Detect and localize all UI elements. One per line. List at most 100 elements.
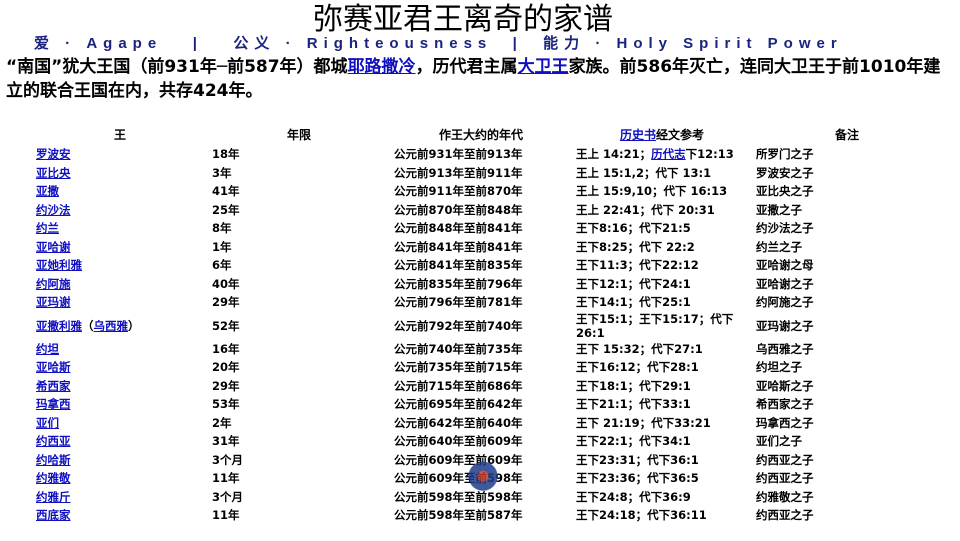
king-name-link[interactable]: 约坦: [36, 342, 59, 356]
note-cell: 约西亚之子: [756, 508, 814, 523]
reign-years-cell: 41年: [212, 184, 240, 199]
king-cell: 亚她利雅: [32, 256, 208, 275]
note-cell: 亚们之子: [756, 434, 802, 449]
table-row: 约沙法 25年 公元前870年至前848年 王上 22:41；代下 20:31 亚撒之子: [32, 201, 942, 220]
king-name-link[interactable]: 亚们: [36, 416, 59, 430]
history-books-link[interactable]: 历史书: [620, 128, 656, 142]
reign-years-cell: 3个月: [212, 452, 244, 467]
king-cell: 亚撒利雅（乌西雅）: [32, 312, 208, 340]
scripture-reference-cell: 王下18:1；代下29:1: [572, 377, 752, 396]
jerusalem-link[interactable]: 耶路撒冷: [348, 57, 416, 77]
table-row: 亚玛谢 29年 公元前796年至前781年 王下14:1；代下25:1 约阿施之子: [32, 293, 942, 312]
king-name-link[interactable]: 亚撒: [36, 184, 59, 198]
header-date: 作王大约的年代: [438, 127, 523, 142]
king-name-link[interactable]: 亚比央: [36, 166, 71, 180]
scripture-reference-cell: 王下22:1；代下34:1: [572, 432, 752, 451]
scripture-reference-cell: 王下24:8；代下36:9: [572, 488, 752, 507]
table-row: 约兰 8年 公元前848年至前841年 王下8:16；代下21:5 约沙法之子: [32, 219, 942, 238]
intro-text: ，历代君主属: [415, 57, 518, 77]
reference-text: 王下22:1；代下34:1: [576, 434, 691, 449]
reference-text: 王下 21:19；代下33:21: [576, 415, 711, 430]
king-name-link[interactable]: 约兰: [36, 221, 59, 235]
reference-text: 王下 15:32；代下27:1: [576, 341, 703, 356]
reign-date-cell: 公元前598年至前587年: [394, 508, 523, 523]
note-cell: 亚比央之子: [756, 184, 814, 199]
king-name-link[interactable]: 希西家: [36, 379, 71, 393]
king-name-link[interactable]: 约阿施: [36, 277, 71, 291]
paren: （: [82, 318, 94, 333]
reference-text: 王下12:1；代下24:1: [576, 276, 691, 291]
note-cell: 玛拿西之子: [756, 415, 814, 430]
reign-years-cell: 40年: [212, 276, 240, 291]
header-note: 备注: [834, 127, 859, 142]
reference-text: 王上 22:41；代下 20:31: [576, 202, 715, 217]
king-name-link[interactable]: 西底家: [36, 508, 71, 522]
reference-text: 王上 15:1,2；代下 13:1: [576, 165, 712, 180]
king-cell: 希西家: [32, 377, 208, 396]
scripture-reference-cell: 王下15:1；王下15:17；代下26:1: [572, 312, 752, 340]
reference-text: 下12:13: [685, 147, 734, 162]
scripture-reference-cell: 王上 22:41；代下 20:31: [572, 201, 752, 220]
king-name-link[interactable]: 约沙法: [36, 203, 71, 217]
king-name-link[interactable]: 约西亚: [36, 434, 71, 448]
scripture-reference-cell: 王下14:1；代下25:1: [572, 293, 752, 312]
note-cell: 亚撒之子: [756, 202, 802, 217]
reference-text: 王下14:1；代下25:1: [576, 295, 691, 310]
chronicles-link[interactable]: 历代志: [651, 147, 686, 161]
note-cell: 约沙法之子: [756, 221, 814, 236]
king-name-link[interactable]: 亚哈斯: [36, 360, 71, 374]
king-name-link[interactable]: 亚她利雅: [36, 258, 82, 272]
table-row: 亚比央 3年 公元前913年至前911年 王上 15:1,2；代下 13:1 罗波安之子: [32, 164, 942, 183]
motto-separator: |: [192, 35, 203, 52]
scripture-reference-cell: 王下8:25；代下 22:2: [572, 238, 752, 257]
king-name-link[interactable]: 亚玛谢: [36, 295, 71, 309]
motto-separator: |: [512, 35, 523, 52]
king-name-link[interactable]: 罗波安: [36, 147, 71, 161]
reference-text: 王下24:8；代下36:9: [576, 489, 691, 504]
reign-date-cell: 公元前735年至前715年: [394, 360, 523, 375]
reign-years-cell: 29年: [212, 378, 240, 393]
reference-text: 王下8:16；代下21:5: [576, 221, 691, 236]
king-name-link[interactable]: 玛拿西: [36, 397, 71, 411]
king-cell: 约哈斯: [32, 451, 208, 470]
reign-years-cell: 11年: [212, 508, 240, 523]
reign-years-cell: 8年: [212, 221, 232, 236]
note-cell: 希西家之子: [756, 397, 814, 412]
king-cell: 亚撒: [32, 182, 208, 201]
king-name-link[interactable]: 亚哈谢: [36, 240, 71, 254]
table-row: 希西家 29年 公元前715年至前686年 王下18:1；代下29:1 亚哈斯之子: [32, 377, 942, 396]
scripture-reference-cell: 王下16:12；代下28:1: [572, 358, 752, 377]
reign-date-cell: 公元前848年至前841年: [394, 221, 523, 236]
king-cell: 亚比央: [32, 164, 208, 183]
table-row: 亚她利雅 6年 公元前841年至前835年 王下11:3；代下22:12 亚哈谢之母: [32, 256, 942, 275]
reign-date-cell: 公元前695年至前642年: [394, 397, 523, 412]
reign-date-cell: 公元前870年至前848年: [394, 202, 523, 217]
motto-banner: 爱 · Agape | 公义 · Righteousness | 能力 · Ho…: [34, 32, 954, 53]
king-name-link[interactable]: 亚撒利雅: [36, 319, 82, 333]
scripture-reference-cell: 王下8:16；代下21:5: [572, 219, 752, 238]
note-cell: 亚哈斯之子: [756, 378, 814, 393]
table-row: 西底家 11年 公元前598年至前587年 王下24:18；代下36:11 约西亚之子: [32, 506, 942, 525]
scripture-reference-cell: 王下24:18；代下36:11: [572, 506, 752, 525]
reign-date-cell: 公元前835年至前796年: [394, 276, 523, 291]
reign-years-cell: 53年: [212, 397, 240, 412]
motto-love: 爱 · Agape: [34, 35, 163, 52]
note-cell: 约雅敬之子: [756, 489, 814, 504]
scripture-reference-cell: 王下23:36；代下36:5: [572, 469, 752, 488]
reign-date-cell: 公元前740年至前735年: [394, 341, 523, 356]
reign-date-cell: 公元前715年至前686年: [394, 378, 523, 393]
king-cell: 亚哈斯: [32, 358, 208, 377]
table-row: 玛拿西 53年 公元前695年至前642年 王下21:1；代下33:1 希西家之子: [32, 395, 942, 414]
king-name-link[interactable]: 约雅敬: [36, 471, 71, 485]
king-cell: 玛拿西: [32, 395, 208, 414]
king-david-link[interactable]: 大卫王: [518, 57, 569, 77]
king-name-link[interactable]: 约哈斯: [36, 453, 71, 467]
note-cell: 亚玛谢之子: [756, 318, 814, 333]
king-name-link[interactable]: 约雅斤: [36, 490, 71, 504]
king-cell: 亚玛谢: [32, 293, 208, 312]
scripture-reference-cell: 王上 15:1,2；代下 13:1: [572, 164, 752, 183]
reign-years-cell: 11年: [212, 471, 240, 486]
king-cell: 约西亚: [32, 432, 208, 451]
table-row: 罗波安 18年 公元前931年至前913年 王上 14:21；历代志下12:13 所罗门…: [32, 145, 942, 164]
king-alt-name-link[interactable]: 乌西雅: [94, 319, 129, 333]
